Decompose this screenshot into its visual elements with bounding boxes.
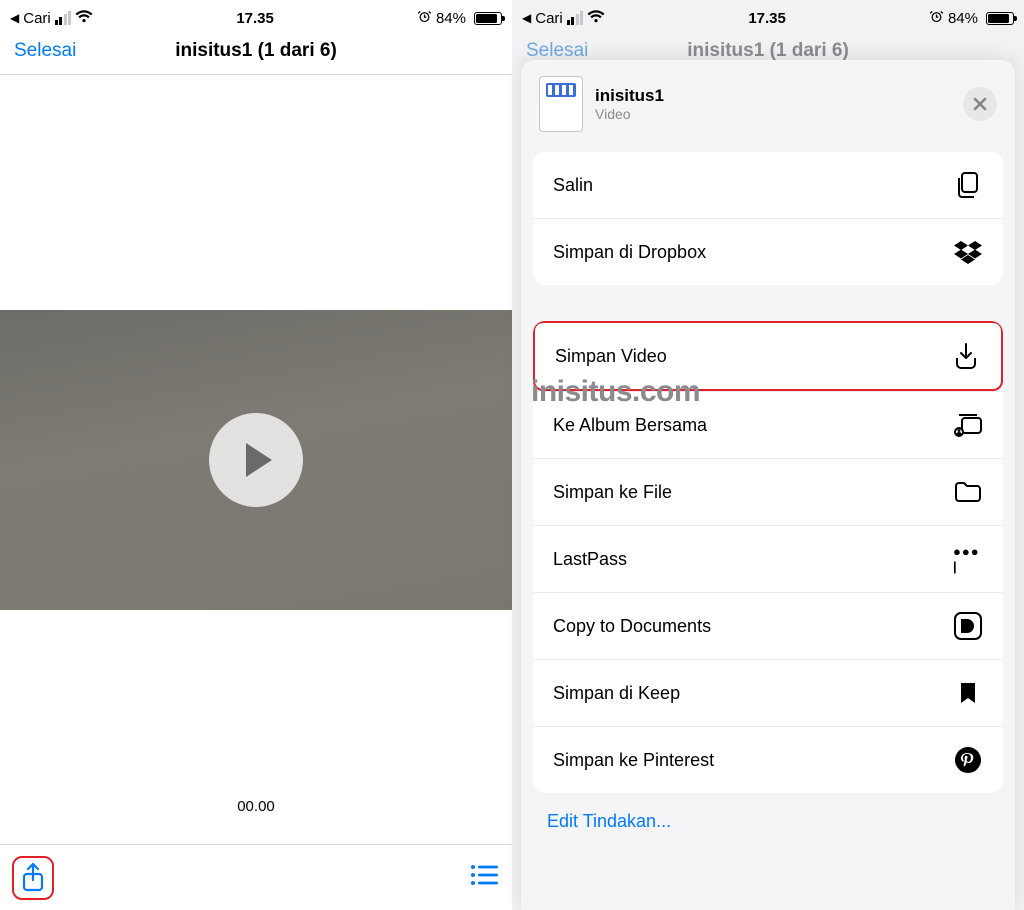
play-button[interactable] — [209, 413, 303, 507]
status-bar: ◀ Cari 17.35 84% — [512, 0, 1024, 30]
action-simpan-file[interactable]: Simpan ke File — [533, 458, 1003, 525]
shared-album-icon — [953, 410, 983, 440]
file-thumbnail-icon — [539, 76, 583, 132]
status-time: 17.35 — [748, 10, 786, 27]
action-label: Simpan di Dropbox — [553, 242, 706, 263]
folder-icon — [953, 477, 983, 507]
cell-signal-icon — [55, 11, 72, 25]
status-bar: ◀ Cari 17.35 84% — [0, 0, 512, 30]
watermark: inisitus.com — [531, 375, 700, 409]
dropbox-icon — [953, 237, 983, 267]
action-label: Copy to Documents — [553, 616, 711, 637]
lastpass-icon: ●●● | — [953, 544, 983, 574]
share-button[interactable] — [20, 862, 46, 894]
highlight-share — [12, 856, 54, 900]
screen-left-preview: ◀ Cari 17.35 84% Selesai inisitus1 (1 da… — [0, 0, 512, 910]
page-title: inisitus1 (1 dari 6) — [124, 40, 498, 62]
back-chevron-icon[interactable]: ◀ — [10, 11, 19, 25]
action-dropbox[interactable]: Simpan di Dropbox — [533, 218, 1003, 285]
close-button[interactable] — [963, 87, 997, 121]
action-label: Salin — [553, 175, 593, 196]
list-button[interactable] — [470, 864, 500, 891]
screen-right-share-sheet: ◀ Cari 17.35 84% Selesai inisitus1 (1 da… — [512, 0, 1024, 910]
alarm-icon — [929, 9, 944, 28]
bottom-toolbar — [0, 844, 512, 910]
wifi-icon — [587, 10, 605, 27]
cell-signal-icon — [567, 11, 584, 25]
action-group-1: Salin Simpan di Dropbox — [533, 152, 1003, 285]
done-button[interactable]: Selesai — [14, 40, 124, 62]
documents-app-icon — [953, 611, 983, 641]
action-pinterest[interactable]: Simpan ke Pinterest — [533, 726, 1003, 793]
divider — [0, 74, 512, 75]
alarm-icon — [417, 9, 432, 28]
bookmark-icon — [953, 678, 983, 708]
action-label: Simpan ke Pinterest — [553, 750, 714, 771]
play-icon — [246, 443, 272, 477]
share-sheet: inisitus1 Video Salin Simpan di Dropbox — [521, 60, 1015, 910]
pinterest-icon — [953, 745, 983, 775]
action-label: Simpan di Keep — [553, 683, 680, 704]
action-copy-documents[interactable]: Copy to Documents — [533, 592, 1003, 659]
video-time-code: 00.00 — [0, 798, 512, 815]
battery-percent: 84% — [948, 10, 978, 27]
action-label: Ke Album Bersama — [553, 415, 707, 436]
action-salin[interactable]: Salin — [533, 152, 1003, 218]
battery-percent: 84% — [436, 10, 466, 27]
page-title-dimmed: inisitus1 (1 dari 6) — [636, 40, 1010, 62]
back-chevron-icon[interactable]: ◀ — [522, 11, 531, 25]
battery-icon — [986, 12, 1014, 25]
edit-actions-link[interactable]: Edit Tindakan... — [521, 793, 1015, 838]
sheet-file-name: inisitus1 — [595, 86, 951, 106]
status-back-label[interactable]: Cari — [535, 10, 563, 27]
action-label: Simpan ke File — [553, 482, 672, 503]
copy-icon — [953, 170, 983, 200]
status-time: 17.35 — [236, 10, 274, 27]
action-keep[interactable]: Simpan di Keep — [533, 659, 1003, 726]
video-thumbnail[interactable] — [0, 310, 512, 610]
action-label: LastPass — [553, 549, 627, 570]
sheet-header: inisitus1 Video — [521, 60, 1015, 146]
download-icon — [951, 341, 981, 371]
done-button-dimmed: Selesai — [526, 40, 636, 62]
action-label: Simpan Video — [555, 346, 667, 367]
status-back-label[interactable]: Cari — [23, 10, 51, 27]
sheet-file-type: Video — [595, 106, 951, 122]
action-lastpass[interactable]: LastPass ●●● | — [533, 525, 1003, 592]
wifi-icon — [75, 10, 93, 27]
nav-bar: Selesai inisitus1 (1 dari 6) — [0, 30, 512, 74]
battery-icon — [474, 12, 502, 25]
